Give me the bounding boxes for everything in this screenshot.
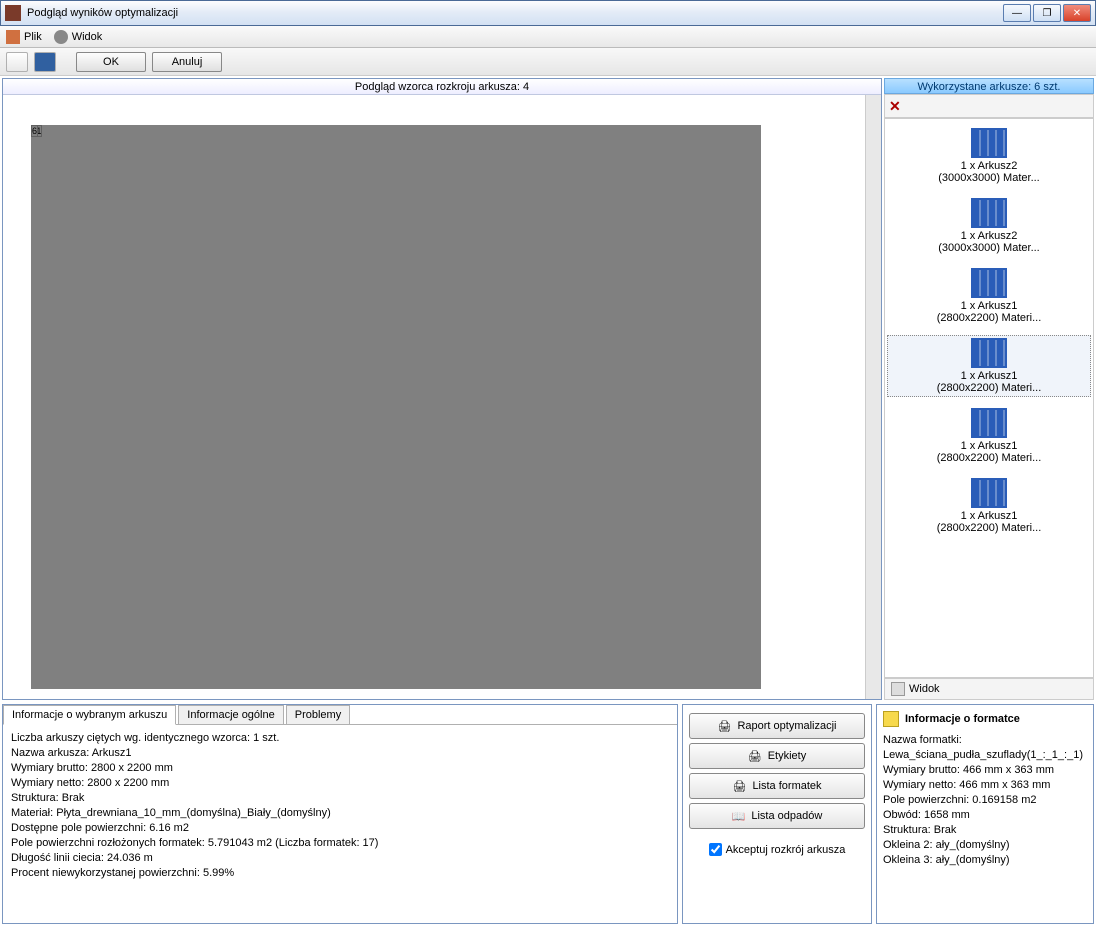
tab-problems[interactable]: Problemy [286,705,350,724]
sheet-icon [971,198,1007,228]
sheet-item[interactable]: 1 x Arkusz2(3000x3000) Mater... [887,195,1091,257]
format-info-title: Informacje o formatce [905,713,1020,725]
close-button[interactable]: ✕ [1063,4,1091,22]
tool-button-1[interactable] [6,52,28,72]
sheet-item[interactable]: 1 x Arkusz1(2800x2200) Materi... [887,405,1091,467]
tab-general-info[interactable]: Informacje ogólne [178,705,283,724]
cutting-preview-panel: Podgląd wzorca rozkroju arkusza: 4 S:545… [2,78,882,700]
cutting-preview-header: Podgląd wzorca rozkroju arkusza: 4 [3,79,881,95]
sheet-canvas: S:545 10.Półka(1_:_1) D:1120 S:480 11.Pó… [31,125,761,689]
gear-icon [54,30,68,44]
sheet-icon [971,408,1007,438]
sheet-item[interactable]: 1 x Arkusz1(2800x2200) Materi... [887,475,1091,537]
menu-plik-label: Plik [24,31,42,43]
remove-sheet-button[interactable]: ✕ [889,98,901,115]
sheets-toolbar: ✕ [884,94,1094,118]
ok-button[interactable]: OK [76,52,146,72]
file-icon [6,30,20,44]
app-icon [5,5,21,21]
labels-button[interactable]: 🖨 Etykiety [689,743,865,769]
info-tabs: Informacje o wybranym arkuszu Informacje… [3,705,677,725]
sheets-header: Wykorzystane arkusze: 6 szt. [884,78,1094,94]
sheet-icon [971,268,1007,298]
parts-list-button[interactable]: 🖨 Lista formatek [689,773,865,799]
info-body: Liczba arkuszy ciętych wg. identycznego … [3,725,677,887]
menu-widok[interactable]: Widok [54,30,103,44]
cancel-button[interactable]: Anuluj [152,52,222,72]
tab-sheet-info[interactable]: Informacje o wybranym arkuszu [3,705,176,725]
sheet-item[interactable]: 1 x Arkusz1(2800x2200) Materi... [887,335,1091,397]
sheet-list[interactable]: 1 x Arkusz2(3000x3000) Mater... 1 x Arkus… [884,118,1094,678]
waste-6: 6 [31,125,38,137]
sheet-item[interactable]: 1 x Arkusz2(3000x3000) Mater... [887,125,1091,187]
vertical-scrollbar[interactable] [865,95,881,699]
accept-checkbox-input[interactable] [709,843,722,856]
report-button[interactable]: 🖨 Raport optymalizacji [689,713,865,739]
menu-widok-label: Widok [72,31,103,43]
tool-button-2[interactable] [34,52,56,72]
printer-icon: 🖨 [748,750,762,763]
menu-plik[interactable]: Plik [6,30,42,44]
titlebar: Podgląd wyników optymalizacji — ❐ ✕ [0,0,1096,26]
toolbar: OK Anuluj [0,48,1096,76]
sheet-icon [971,478,1007,508]
view-icon [891,682,905,696]
book-icon: 📖 [732,810,746,823]
sheets-panel: Wykorzystane arkusze: 6 szt. ✕ 1 x Arkus… [884,78,1094,700]
format-info-panel: Informacje o formatce Nazwa formatki:Lew… [876,704,1094,924]
menubar: Plik Widok [0,26,1096,48]
view-label: Widok [909,683,940,695]
sheet-icon [971,338,1007,368]
minimize-button[interactable]: — [1003,4,1031,22]
sheets-footer: Widok [884,678,1094,700]
accept-checkbox[interactable]: Akceptuj rozkrój arkusza [689,843,865,856]
maximize-button[interactable]: ❐ [1033,4,1061,22]
sheet-icon [971,128,1007,158]
printer-icon: 🖨 [717,720,731,733]
printer-icon: 🖨 [732,780,746,793]
waste-list-button[interactable]: 📖 Lista odpadów [689,803,865,829]
format-info-body: Nazwa formatki:Lewa_ściana_pudła_szuflad… [883,733,1087,868]
info-panel: Informacje o wybranym arkuszu Informacje… [2,704,678,924]
info-icon [883,711,899,727]
window-title: Podgląd wyników optymalizacji [27,7,1003,19]
sheet-item[interactable]: 1 x Arkusz1(2800x2200) Materi... [887,265,1091,327]
actions-panel: 🖨 Raport optymalizacji 🖨 Etykiety 🖨 List… [682,704,872,924]
cutting-canvas-area[interactable]: S:545 10.Półka(1_:_1) D:1120 S:480 11.Pó… [3,95,865,699]
